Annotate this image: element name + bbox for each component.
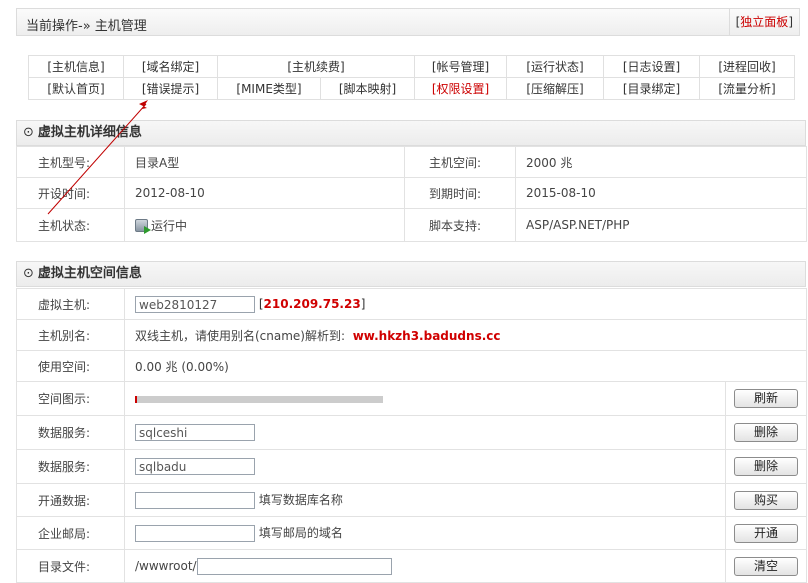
open-mail-cell: 开通	[725, 516, 807, 550]
nav-permission-settings[interactable]: [权限设置]	[414, 77, 507, 100]
nav-compress-extract[interactable]: [压缩解压]	[506, 77, 604, 100]
standalone-panel-link[interactable]: [独立面板]	[728, 9, 799, 35]
host-alias-cell: 双线主机，请使用别名(cname)解析到: ww.hkzh3.badudns.c…	[124, 319, 807, 351]
host-status-label: 主机状态:	[16, 208, 125, 242]
delete-cell-1: 删除	[725, 415, 807, 450]
host-detail-section-header: ⊙ 虚拟主机详细信息	[16, 120, 806, 146]
db-service-cell-1: sqlceshi	[124, 415, 726, 450]
host-status-value: 运行中	[151, 218, 188, 233]
expire-date-label: 到期时间:	[404, 177, 516, 209]
nav-process-recycle[interactable]: [进程回收]	[699, 55, 795, 78]
virtual-host-field[interactable]: web2810127	[135, 295, 255, 313]
clear-cell: 清空	[725, 549, 807, 583]
open-mail-button[interactable]: 开通	[734, 523, 798, 543]
nav-directory-binding[interactable]: [目录绑定]	[603, 77, 700, 100]
host-space-value: 2000 兆	[515, 146, 807, 178]
host-detail-table: 主机型号: 目录A型 主机空间: 2000 兆 开设时间: 2012-08-10…	[16, 146, 807, 242]
host-alias-text: 双线主机，请使用别名(cname)解析到:	[135, 328, 346, 343]
expire-date-value: 2015-08-10	[515, 177, 807, 209]
nav-log-settings[interactable]: [日志设置]	[603, 55, 700, 78]
enterprise-mail-label: 企业邮局:	[16, 516, 125, 550]
db-name-hint: 填写数据库名称	[258, 493, 343, 507]
breadcrumb: 当前操作-» 主机管理	[26, 19, 147, 34]
function-nav-table: [主机信息] [域名绑定] [主机续费] [帐号管理] [运行状态] [日志设置…	[28, 55, 795, 100]
db-service-cell-2: sqlbadu	[124, 449, 726, 484]
script-support-label: 脚本支持:	[404, 208, 516, 242]
buy-cell: 购买	[725, 483, 807, 517]
enterprise-mail-cell: 填写邮局的域名	[124, 516, 726, 550]
nav-domain-binding[interactable]: [域名绑定]	[123, 55, 218, 78]
virtual-host-cell: web2810127 [210.209.75.23]	[124, 288, 807, 320]
nav-host-info[interactable]: [主机信息]	[28, 55, 124, 78]
standalone-bracket-close: ]	[788, 15, 793, 29]
cname-domain: ww.hkzh3.badudns.cc	[352, 328, 501, 343]
nav-error-prompt[interactable]: [错误提示]	[123, 77, 218, 100]
refresh-cell: 刷新	[725, 381, 807, 416]
open-date-value: 2012-08-10	[124, 177, 405, 209]
delete-db-button-2[interactable]: 删除	[734, 457, 798, 476]
nav-mime-types[interactable]: [MIME类型]	[217, 77, 321, 100]
space-chart-label: 空间图示:	[16, 381, 125, 416]
host-alias-label: 主机别名:	[16, 319, 125, 351]
used-space-label: 使用空间:	[16, 350, 125, 382]
host-ip-address: 210.209.75.23	[263, 296, 361, 311]
used-space-value: 0.00 兆 (0.00%)	[124, 350, 807, 382]
nav-host-renewal[interactable]: [主机续费]	[217, 55, 415, 78]
ip-bracket-close: ]	[360, 296, 366, 311]
open-db-label: 开通数据:	[16, 483, 125, 517]
host-model-value: 目录A型	[124, 146, 405, 178]
nav-running-status[interactable]: [运行状态]	[506, 55, 604, 78]
directory-files-cell: /wwwroot/	[124, 549, 726, 583]
directory-path-input[interactable]	[196, 557, 392, 575]
section-bullet-icon: ⊙	[23, 266, 34, 281]
mail-domain-hint: 填写邮局的域名	[258, 526, 343, 540]
buy-button[interactable]: 购买	[734, 490, 798, 510]
space-usage-bar	[135, 395, 383, 403]
host-status-cell: 运行中	[124, 208, 405, 242]
script-support-value: ASP/ASP.NET/PHP	[515, 208, 807, 242]
host-space-title: 虚拟主机空间信息	[37, 266, 142, 281]
db-service-field-2[interactable]: sqlbadu	[135, 458, 255, 475]
host-space-table: 虚拟主机: web2810127 [210.209.75.23] 主机别名: 双…	[16, 288, 807, 583]
host-model-label: 主机型号:	[16, 146, 125, 178]
standalone-panel-label[interactable]: 独立面板	[740, 15, 788, 29]
space-usage-fill	[135, 395, 137, 403]
nav-traffic-analysis[interactable]: [流量分析]	[699, 77, 795, 100]
top-header-bar: 当前操作-» 主机管理 [独立面板]	[16, 8, 800, 36]
delete-cell-2: 删除	[725, 449, 807, 484]
host-space-section-header: ⊙ 虚拟主机空间信息	[16, 261, 806, 287]
space-chart-cell	[124, 381, 726, 416]
annotation-arrow-head	[139, 100, 148, 109]
nav-script-mapping[interactable]: [脚本映射]	[320, 77, 415, 100]
open-date-label: 开设时间:	[16, 177, 125, 209]
open-db-cell: 填写数据库名称	[124, 483, 726, 517]
directory-prefix: /wwwroot/	[135, 558, 197, 573]
db-service-field-1[interactable]: sqlceshi	[135, 424, 255, 441]
host-detail-title: 虚拟主机详细信息	[37, 125, 142, 140]
nav-account-management[interactable]: [帐号管理]	[414, 55, 507, 78]
refresh-button[interactable]: 刷新	[734, 389, 798, 408]
host-space-label: 主机空间:	[404, 146, 516, 178]
db-name-input[interactable]	[135, 492, 255, 509]
directory-files-label: 目录文件:	[16, 549, 125, 583]
db-service-label-2: 数据服务:	[16, 449, 125, 484]
nav-default-page[interactable]: [默认首页]	[28, 77, 124, 100]
section-bullet-icon: ⊙	[23, 125, 34, 140]
server-running-icon	[135, 218, 151, 234]
virtual-host-label: 虚拟主机:	[16, 288, 125, 320]
db-service-label-1: 数据服务:	[16, 415, 125, 450]
delete-db-button-1[interactable]: 删除	[734, 423, 798, 442]
mail-domain-input[interactable]	[135, 525, 255, 542]
